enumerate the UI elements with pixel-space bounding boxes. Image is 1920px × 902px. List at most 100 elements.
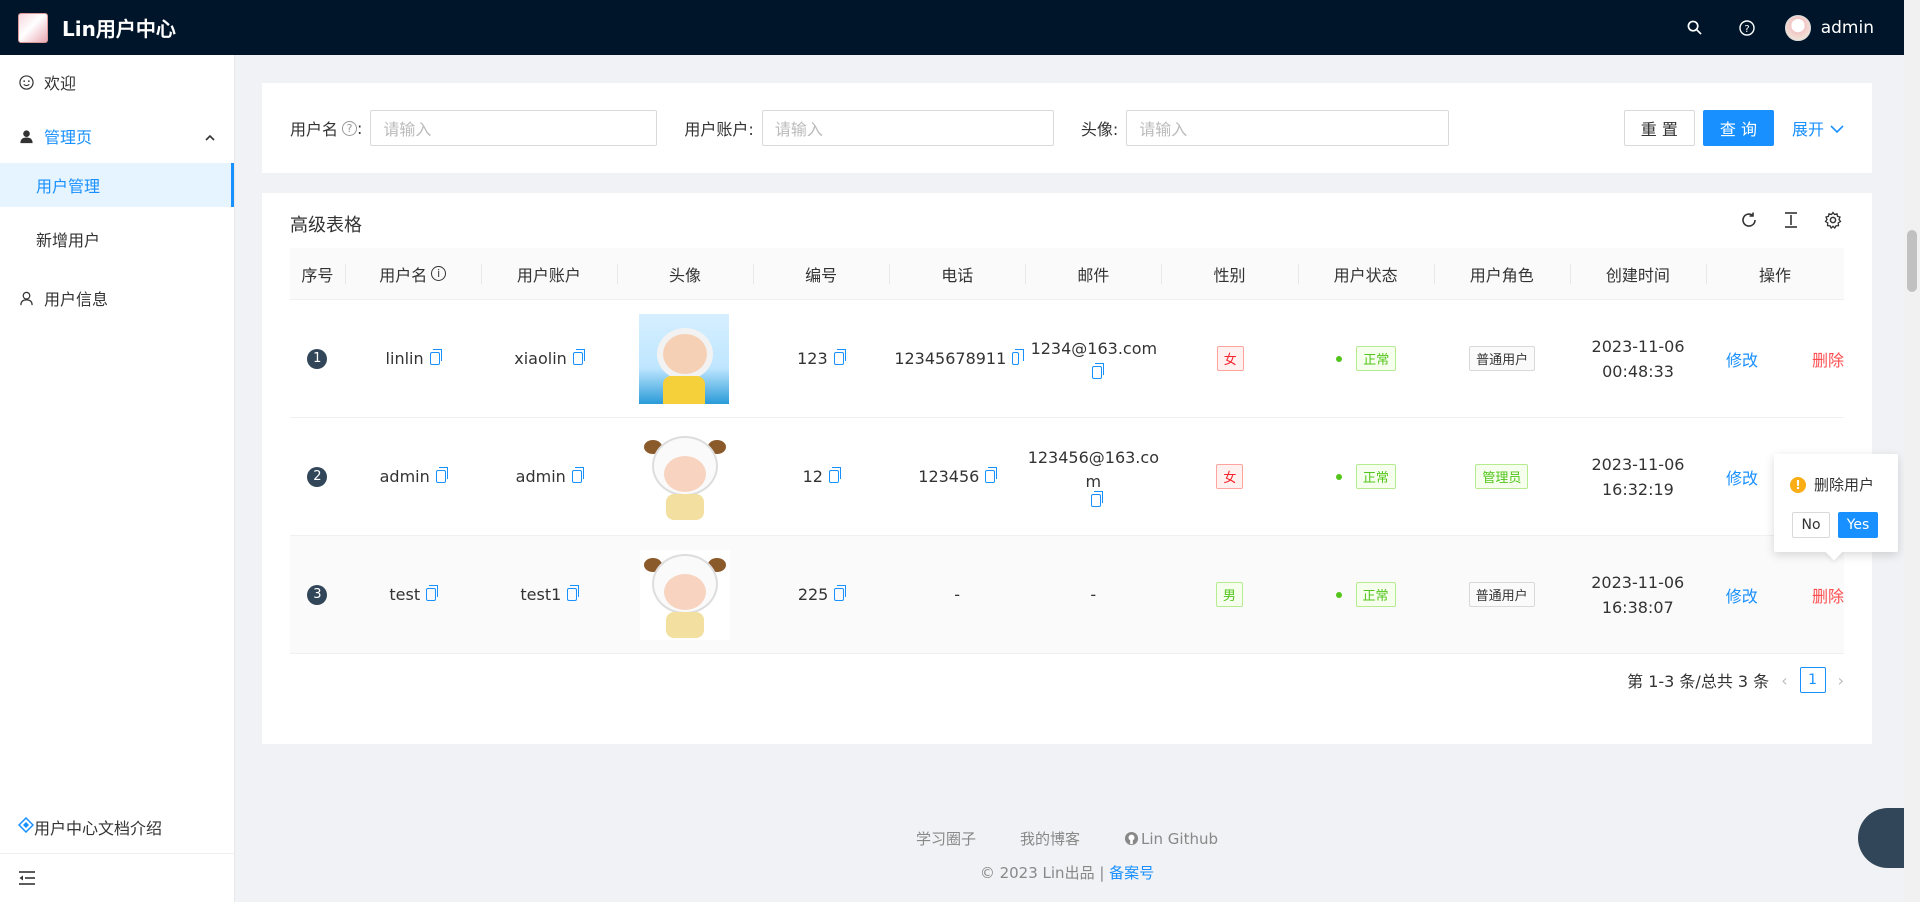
doc-link[interactable]: 用户中心文档介绍 [0,800,235,854]
copy-icon[interactable] [567,585,580,601]
query-button[interactable]: 查 询 [1702,110,1774,146]
confirm-yes-button[interactable]: Yes [1838,512,1878,538]
scrollbar-thumb[interactable] [1907,230,1917,292]
search-icon[interactable] [1681,14,1709,42]
col-role: 用户角色 [1433,248,1570,299]
cell-code: 225 [797,585,829,604]
users-table: 序号 用户名 i 用户账户 头像 编号 电话 邮件 性别 用户状态 用户角色 创… [290,248,1844,654]
help-icon[interactable]: ? [1733,14,1761,42]
copy-icon[interactable] [834,585,847,601]
cell-username: linlin [385,349,424,368]
copyright-icon: © [979,864,995,882]
reset-button[interactable]: 重 置 [1623,110,1695,146]
footer-link[interactable]: 我的博客 [1020,828,1080,849]
avatar-filter-label: 头像: [1080,120,1119,139]
row-index-badge: 2 [307,466,328,487]
copy-icon[interactable] [828,467,841,483]
col-phone: 电话 [889,248,1025,299]
cell-phone: 123456 [918,467,980,486]
copy-icon[interactable] [571,467,584,483]
status-badge: 正常 [1355,582,1396,607]
avatar [1784,14,1811,41]
edit-link[interactable]: 修改 [1726,583,1758,607]
sidebar-item-add-user[interactable]: 新增用户 [0,217,234,261]
copy-icon[interactable] [985,467,998,483]
github-icon [1124,831,1139,846]
beian-link[interactable]: 备案号 [1109,864,1154,882]
sidebar-item-label: 用户信息 [44,290,109,309]
gender-tag: 男 [1215,582,1243,607]
status-dot [1335,473,1342,480]
cell-created-time: 16:32:19 [1602,479,1674,499]
status-badge: 正常 [1355,464,1396,489]
col-created: 创建时间 [1569,248,1706,299]
app-logo[interactable] [18,12,48,43]
footer-link-github[interactable]: Lin Github [1124,828,1218,849]
next-page-icon[interactable]: › [1838,671,1844,690]
question-icon[interactable]: ? [342,120,358,136]
footer-link[interactable]: 学习圈子 [916,828,976,849]
username-filter-input[interactable]: 请输入 [370,110,658,146]
sidebar-item-user-info[interactable]: 用户信息 [0,271,234,325]
username-filter-label: 用户名 ?: [290,118,363,140]
copy-icon[interactable] [1091,362,1104,379]
confirm-no-button[interactable]: No [1792,512,1830,538]
search-form: 用户名 ?: 请输入 用户账户: 请输入 头像: 请输入 重 置 查 询 展开 [262,83,1872,173]
copy-icon[interactable] [1012,349,1025,365]
user-crown-icon [18,128,34,144]
sidebar-item-welcome[interactable]: 欢迎 [0,55,234,109]
sidebar: 欢迎 管理页 用户管理 新增用户 用户信息 用户中心文档介绍 [0,55,235,902]
edit-link[interactable]: 修改 [1726,347,1758,371]
cell-code: 12 [802,467,823,486]
user-icon [18,290,34,306]
copy-icon[interactable] [435,467,448,483]
reload-icon[interactable] [1738,209,1760,231]
menu-collapse-icon[interactable] [0,854,235,902]
col-index: 序号 [301,265,334,285]
copy-icon[interactable] [833,349,846,365]
table-header: 序号 用户名 i 用户账户 头像 编号 电话 邮件 性别 用户状态 用户角色 创… [290,248,1844,300]
cell-code: 123 [797,349,828,368]
chevron-up-icon [204,129,216,148]
table-toolbar [1738,209,1844,231]
copy-icon[interactable] [426,585,439,601]
copy-icon[interactable] [572,349,585,365]
delete-link[interactable]: 删除 [1812,583,1844,607]
cell-email: - [1090,585,1097,604]
prev-page-icon[interactable]: ‹ [1781,671,1787,690]
page-scrollbar[interactable] [1904,0,1920,902]
account-filter-input[interactable]: 请输入 [761,110,1054,146]
expand-toggle[interactable]: 展开 [1792,116,1844,140]
smile-icon [18,74,34,90]
footer-copyright: © 2023 Lin出品 | 备案号 [979,864,1155,882]
sidebar-item-user-management[interactable]: 用户管理 [0,163,234,207]
chevron-down-icon [1830,119,1844,138]
float-chat-button[interactable] [1858,808,1904,868]
user-menu[interactable]: admin [1784,14,1874,41]
copy-icon[interactable] [429,349,442,365]
sidebar-item-label: 管理页 [44,128,93,147]
user-avatar-image[interactable] [639,549,730,640]
user-avatar-image[interactable] [639,431,730,522]
avatar-filter-input[interactable]: 请输入 [1126,110,1450,146]
sidebar-item-admin[interactable]: 管理页 [0,109,234,163]
cell-created-time: 16:38:07 [1601,597,1674,617]
settings-icon[interactable] [1822,209,1844,231]
col-account: 用户账户 [480,248,617,299]
pagination-total: 第 1-3 条/总共 3 条 [1627,672,1770,691]
edit-link[interactable]: 修改 [1726,465,1758,489]
status-badge: 正常 [1356,346,1397,371]
delete-link[interactable]: 删除 [1812,347,1844,371]
username-label: admin [1820,17,1874,38]
user-avatar-image[interactable] [639,313,730,404]
col-username[interactable]: 用户名 i [344,248,481,299]
cell-phone: 12345678911 [894,349,1007,368]
page-number[interactable]: 1 [1799,667,1826,693]
gender-tag: 女 [1216,346,1244,371]
density-icon[interactable] [1780,209,1802,231]
app-title[interactable]: Lin用户中心 [62,13,176,42]
col-gender: 性别 [1161,248,1297,299]
info-icon[interactable]: i [431,266,447,281]
copy-icon[interactable] [1091,491,1104,507]
cell-created-date: 2023-11-06 [1591,454,1685,474]
